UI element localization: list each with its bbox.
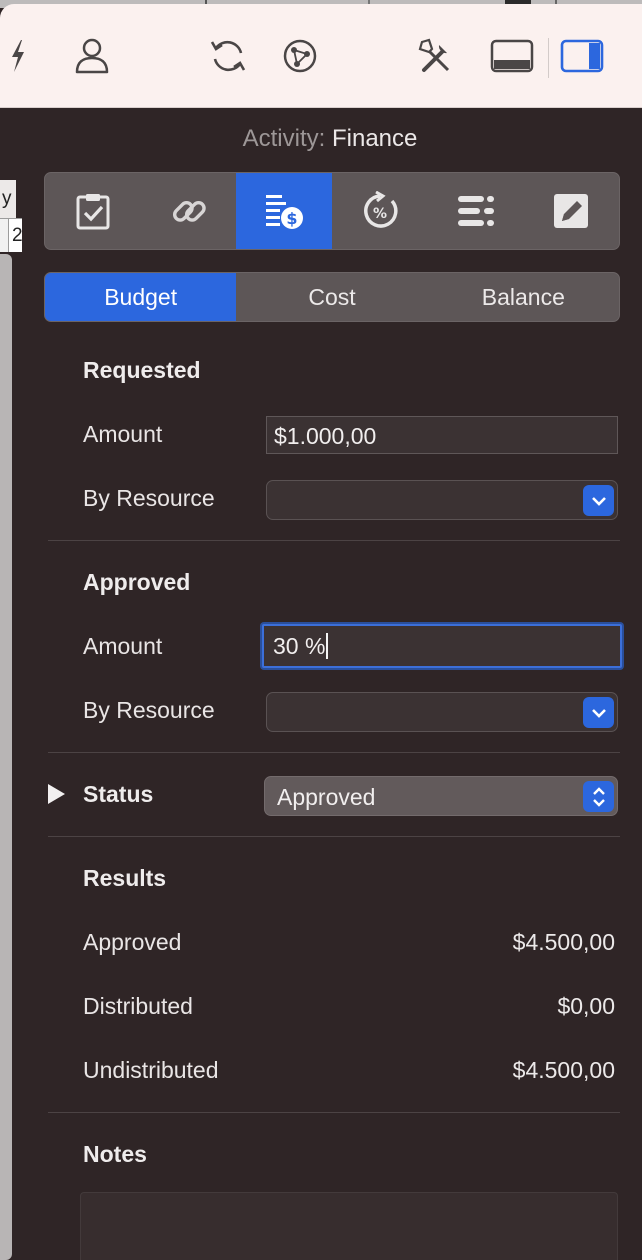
segment-cost[interactable]: Cost <box>236 273 427 321</box>
approved-amount-label: Amount <box>83 633 163 659</box>
cell-fragment: 2 <box>12 225 22 246</box>
result-label-distributed: Distributed <box>83 993 193 1019</box>
section-divider <box>48 1112 620 1113</box>
tab-list[interactable] <box>428 173 524 249</box>
approved-resource-label: By Resource <box>83 697 215 723</box>
toolbar-divider <box>548 38 549 78</box>
right-panel-icon[interactable] <box>560 34 604 78</box>
bottom-panel-icon[interactable] <box>490 34 534 78</box>
section-divider <box>48 540 620 541</box>
status-label: Status <box>83 781 154 807</box>
approved-resource-select[interactable] <box>266 692 618 732</box>
requested-heading: Requested <box>83 357 201 383</box>
result-label-undistributed: Undistributed <box>83 1057 219 1083</box>
approved-amount-field[interactable]: 30 % <box>262 624 622 668</box>
tab-links[interactable] <box>141 173 237 249</box>
finance-segmented-control: Budget Cost Balance <box>44 272 620 322</box>
result-value-undistributed: $4.500,00 <box>512 1057 615 1083</box>
segment-balance[interactable]: Balance <box>428 273 619 321</box>
title-key: Activity: <box>242 125 326 152</box>
text-caret <box>326 633 329 659</box>
chevron-updown-icon[interactable] <box>583 781 614 812</box>
refresh-icon[interactable] <box>206 34 250 78</box>
result-value-approved: $4.500,00 <box>512 929 615 955</box>
requested-amount-label: Amount <box>83 421 163 447</box>
section-divider <box>48 836 620 837</box>
requested-resource-label: By Resource <box>83 485 215 511</box>
title-value: Finance <box>331 125 418 152</box>
table-cell <box>0 219 9 252</box>
list-icon <box>457 196 494 226</box>
scrollbar[interactable] <box>0 254 12 1260</box>
requested-resource-select[interactable] <box>266 480 618 520</box>
approved-heading: Approved <box>83 569 191 595</box>
result-value-distributed: $0,00 <box>557 993 615 1019</box>
segment-budget[interactable]: Budget <box>45 273 237 321</box>
clipboard-check-icon <box>76 194 110 230</box>
results-heading: Results <box>83 865 167 891</box>
tab-notes[interactable] <box>523 173 619 249</box>
inspector-title: Activity: Finance <box>0 125 642 153</box>
flash-icon[interactable] <box>0 34 40 78</box>
status-value: Approved <box>277 784 376 810</box>
toolbar <box>0 4 642 108</box>
link-icon <box>172 200 206 222</box>
notes-textarea[interactable] <box>80 1192 618 1260</box>
result-label-approved: Approved <box>83 929 182 955</box>
approved-amount-value: 30 % <box>273 633 326 659</box>
background-table-strip: y 2 <box>0 108 22 1260</box>
requested-amount-field[interactable]: $1.000,00 <box>266 416 618 454</box>
tools-icon[interactable] <box>414 34 458 78</box>
tab-general[interactable] <box>45 173 141 249</box>
chevron-down-icon[interactable] <box>583 697 614 728</box>
disclosure-triangle-icon[interactable] <box>48 784 65 804</box>
network-icon[interactable] <box>278 34 322 78</box>
notes-heading: Notes <box>83 1141 147 1167</box>
inspector-tab-bar: $ % <box>44 172 620 250</box>
column-header-fragment: y <box>0 180 16 218</box>
chevron-down-icon[interactable] <box>583 485 614 516</box>
table-row[interactable]: 2 <box>0 218 22 252</box>
pencil-icon <box>554 194 589 228</box>
person-icon[interactable] <box>70 34 114 78</box>
status-popup[interactable]: Approved <box>264 776 618 816</box>
tab-finance[interactable]: $ <box>236 173 333 249</box>
svg-text:%: % <box>373 206 387 222</box>
finance-list-icon: $ <box>266 195 304 229</box>
svg-text:$: $ <box>287 209 298 228</box>
percent-progress-icon: % <box>363 191 398 228</box>
section-divider <box>48 752 620 753</box>
tab-progress[interactable]: % <box>332 173 428 249</box>
